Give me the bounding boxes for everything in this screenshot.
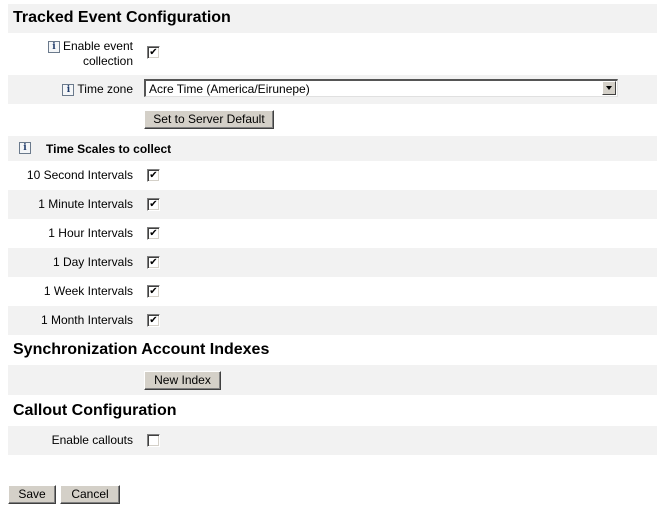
time-zone-label: i Time zone: [62, 82, 133, 97]
time-scale-checkbox-1-minute[interactable]: ✔: [147, 198, 160, 211]
enable-event-collection-label: i Enable event collection: [47, 39, 133, 69]
time-scale-label-1-week: 1 Week Intervals: [43, 284, 133, 298]
enable-event-collection-checkbox[interactable]: ✔: [147, 46, 160, 59]
sync-indexes-row: [8, 365, 657, 395]
enable-callouts-label: Enable callouts: [51, 433, 133, 447]
check-icon: ✔: [149, 315, 158, 326]
time-scale-label-10-second: 10 Second Intervals: [26, 168, 133, 182]
check-icon: ✔: [149, 257, 158, 268]
time-scales-heading: Time Scales to collect: [46, 142, 172, 156]
time-scale-label-1-minute: 1 Minute Intervals: [38, 197, 133, 211]
info-icon[interactable]: i: [62, 84, 75, 96]
set-to-server-default-button[interactable]: Set to Server Default: [144, 110, 274, 129]
check-icon: ✔: [149, 47, 158, 58]
info-icon[interactable]: i: [19, 142, 31, 154]
check-icon: ✔: [149, 199, 158, 210]
time-scale-checkbox-10-second[interactable]: ✔: [147, 169, 160, 182]
time-scale-label-1-hour: 1 Hour Intervals: [48, 226, 133, 240]
time-zone-value: Acre Time (America/Eirunepe): [149, 82, 310, 96]
time-scale-label-1-month: 1 Month Intervals: [40, 313, 133, 327]
time-zone-select[interactable]: Acre Time (America/Eirunepe): [144, 79, 618, 97]
time-scale-label-1-day: 1 Day Intervals: [52, 255, 133, 269]
cancel-button[interactable]: Cancel: [60, 485, 120, 504]
info-icon[interactable]: i: [47, 41, 60, 53]
tracked-event-heading: Tracked Event Configuration: [13, 9, 231, 26]
save-button[interactable]: Save: [8, 485, 56, 504]
time-scale-checkbox-1-hour[interactable]: ✔: [147, 227, 160, 240]
new-index-button[interactable]: New Index: [144, 371, 221, 390]
sync-indexes-heading: Synchronization Account Indexes: [13, 341, 270, 358]
time-scale-checkbox-1-day[interactable]: ✔: [147, 256, 160, 269]
chevron-down-icon[interactable]: [602, 81, 616, 95]
check-icon: ✔: [149, 228, 158, 239]
time-scale-checkbox-1-week[interactable]: ✔: [147, 285, 160, 298]
callout-heading: Callout Configuration: [13, 402, 177, 419]
check-icon: ✔: [149, 170, 158, 181]
check-icon: ✔: [149, 286, 158, 297]
time-scale-checkbox-1-month[interactable]: ✔: [147, 314, 160, 327]
enable-callouts-checkbox[interactable]: [147, 434, 160, 447]
